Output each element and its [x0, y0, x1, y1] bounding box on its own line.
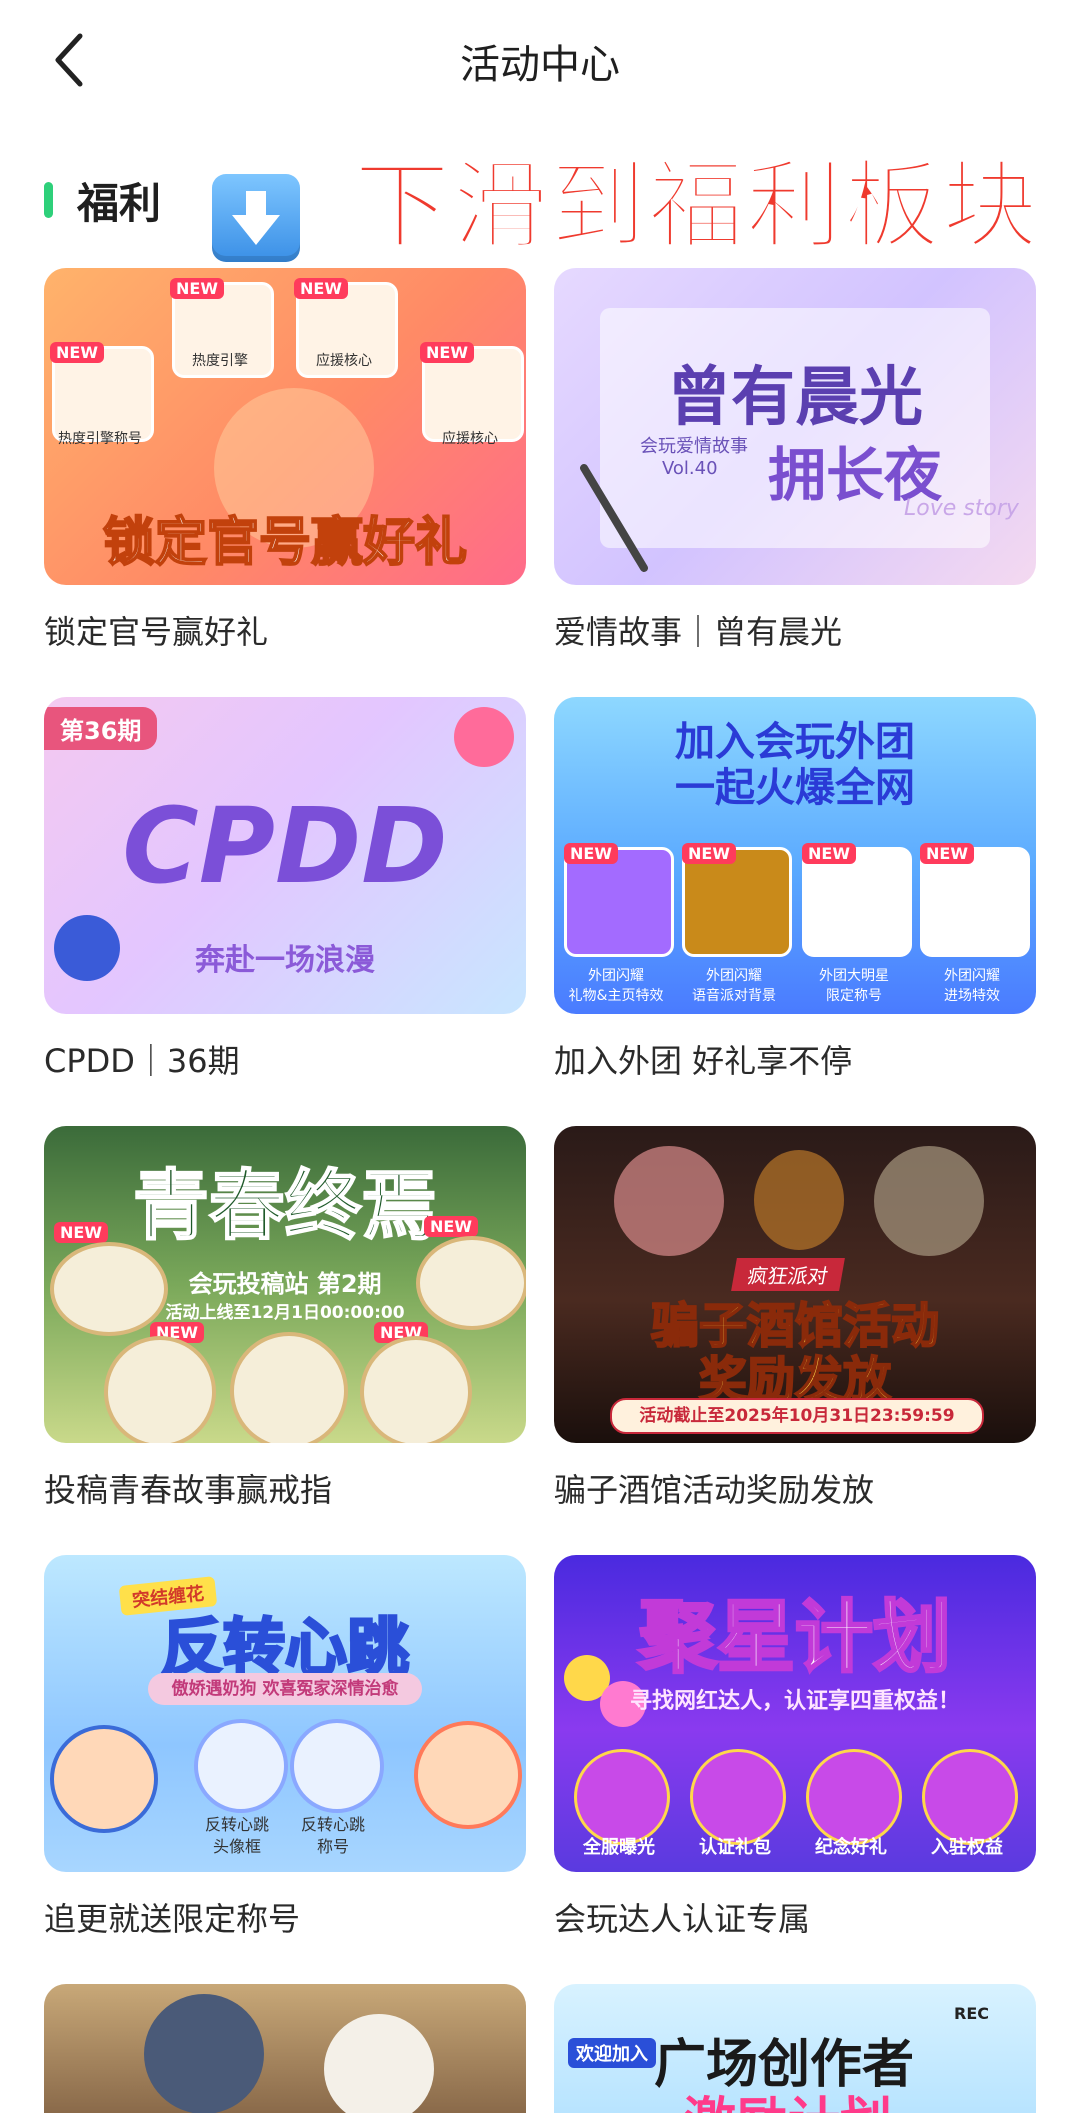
activity-banner[interactable]: 疯狂派对 骗子酒馆活动 奖励发放 活动截止至2025年10月31日23:59:5…: [554, 1126, 1036, 1443]
activity-label: 锁定官号赢好礼: [44, 613, 269, 651]
daisy-frame: [230, 1332, 348, 1443]
activity-card[interactable]: [44, 1984, 526, 2113]
new-badge: NEW: [50, 342, 104, 363]
banner-title: 聚星计划: [637, 1592, 952, 1685]
new-badge: NEW: [420, 342, 474, 363]
section-accent-bar: [44, 182, 53, 218]
activity-label: CPDD｜36期: [44, 1042, 240, 1080]
activity-card[interactable]: 第36期 CPDD 奔赴一场浪漫 CPDD｜36期: [44, 697, 526, 1082]
page-title: 活动中心: [460, 42, 620, 88]
reward-desc: 语音派对背景: [692, 988, 776, 1004]
banner-title-line2: 一起火爆全网: [675, 765, 915, 811]
activity-label: 加入外团 好礼享不停: [554, 1042, 853, 1080]
new-badge: NEW: [424, 1216, 478, 1237]
banner-title-line2: 激励计划: [684, 2080, 892, 2113]
heart-icon: [454, 707, 514, 767]
banner-title: 锁定官号赢好礼: [102, 512, 468, 574]
new-badge: NEW: [920, 843, 974, 864]
activity-card[interactable]: NEW 热度引擎 NEW 应援核心 NEW 热度引擎称号 NEW 应援核心 锁定…: [44, 268, 526, 653]
dd-logo-icon: [54, 915, 120, 981]
banner-tag: 欢迎加入: [568, 2038, 656, 2068]
activity-label: 会玩达人认证专属: [554, 1900, 811, 1938]
activity-card[interactable]: 疯狂派对 骗子酒馆活动 奖励发放 活动截止至2025年10月31日23:59:5…: [554, 1126, 1036, 1511]
banner-script: Love story: [904, 496, 1019, 521]
pig-character: [614, 1146, 724, 1256]
activity-label: 骗子酒馆活动奖励发放: [554, 1471, 875, 1509]
activity-card[interactable]: REC 欢迎加入 广场创作者 激励计划: [554, 1984, 1036, 2113]
activity-banner[interactable]: 加入会玩外团 一起火爆全网 NEW 外团闪耀 礼物&主页特效 NEW 外团闪耀 …: [554, 697, 1036, 1014]
new-badge: NEW: [170, 278, 224, 299]
new-badge: NEW: [802, 843, 856, 864]
activity-card[interactable]: 加入会玩外团 一起火爆全网 NEW 外团闪耀 礼物&主页特效 NEW 外团闪耀 …: [554, 697, 1036, 1082]
reward-frame: [104, 1336, 216, 1443]
crown-icon: [922, 1749, 1018, 1845]
banner-date: 活动截止至2025年10月31日23:59:59: [610, 1398, 984, 1434]
gift-icon: [690, 1749, 786, 1845]
cat-character: [144, 1994, 264, 2113]
banner-title: 曾有晨光: [667, 361, 923, 435]
girl-avatar: [414, 1721, 522, 1829]
reward-name: 反转心跳: [300, 1815, 365, 1834]
reward-frame: [360, 1336, 472, 1443]
section-header: 福利: [44, 170, 161, 230]
activity-banner[interactable]: NEW 热度引擎 NEW 应援核心 NEW 热度引擎称号 NEW 应援核心 锁定…: [44, 268, 526, 585]
new-badge: NEW: [54, 1222, 108, 1243]
banner-subtitle: 寻找网红达人，认证享四重权益！: [629, 1689, 960, 1714]
activity-banner[interactable]: 第36期 CPDD 奔赴一场浪漫: [44, 697, 526, 1014]
activity-label: 爱情故事｜曾有晨光: [554, 613, 843, 651]
reward-name: 外团闪耀: [944, 968, 1000, 984]
activity-banner[interactable]: [44, 1984, 526, 2113]
activity-card[interactable]: 曾有晨光 会玩爱情故事 Vol.40 拥长夜 Love story 爱情故事｜曾…: [554, 268, 1036, 653]
new-badge: NEW: [294, 278, 348, 299]
benefit-label: 纪念好礼: [815, 1837, 887, 1858]
reward-name: 应援核心: [442, 431, 498, 447]
activity-card[interactable]: 突结缠花 反转心跳 傲娇遇奶狗 欢喜冤家深情治愈 反转心跳 头像框 反转心跳 称…: [44, 1555, 526, 1940]
activity-label: 投稿青春故事赢戒指: [44, 1471, 333, 1509]
benefit-label: 认证礼包: [699, 1837, 771, 1858]
activity-card[interactable]: 聚星计划 寻找网红达人，认证享四重权益！ 全服曝光 认证礼包 纪念好礼 入驻权益…: [554, 1555, 1036, 1940]
reward-name: 应援核心: [316, 353, 372, 369]
reward-name: 热度引擎称号: [58, 431, 142, 447]
dog-character: [874, 1146, 984, 1256]
reward-frame: [50, 1242, 168, 1336]
reward-frame: [194, 1719, 288, 1813]
activity-banner[interactable]: 青春终焉 会玩投稿站 第2期 活动上线至12月1日00:00:00 NEW NE…: [44, 1126, 526, 1443]
pen-icon: [580, 464, 648, 572]
down-arrow-icon: [212, 174, 300, 262]
app-header: 活动中心: [0, 0, 1080, 120]
fox-character: [754, 1150, 844, 1250]
issue-badge: 第36期: [44, 707, 158, 750]
banner-title: CPDD: [122, 785, 448, 907]
reward-desc: 头像框: [212, 1837, 261, 1856]
reward-name: 外团大明星: [819, 968, 889, 984]
banner-subtitle: 傲娇遇奶狗 欢喜冤家深情治愈: [148, 1673, 422, 1705]
new-badge: NEW: [564, 843, 618, 864]
benefit-label: 全服曝光: [583, 1837, 655, 1858]
reward-desc: 称号: [316, 1837, 349, 1856]
new-badge: NEW: [682, 843, 736, 864]
reward-frame: [416, 1236, 526, 1330]
reward-name: 反转心跳: [204, 1815, 269, 1834]
activity-banner[interactable]: 突结缠花 反转心跳 傲娇遇奶狗 欢喜冤家深情治愈 反转心跳 头像框 反转心跳 称…: [44, 1555, 526, 1872]
benefit-label: 入驻权益: [931, 1837, 1003, 1858]
activity-card[interactable]: 青春终焉 会玩投稿站 第2期 活动上线至12月1日00:00:00 NEW NE…: [44, 1126, 526, 1511]
present-icon: [806, 1749, 902, 1845]
activity-label: 追更就送限定称号: [44, 1900, 301, 1938]
reward-name: 热度引擎: [192, 353, 248, 369]
activity-banner[interactable]: 聚星计划 寻找网红达人，认证享四重权益！ 全服曝光 认证礼包 纪念好礼 入驻权益: [554, 1555, 1036, 1872]
phone-icon: [574, 1749, 670, 1845]
reward-desc: 限定称号: [826, 988, 882, 1004]
section-title: 福利: [77, 178, 162, 228]
reward-frame: [290, 1719, 384, 1813]
activity-banner[interactable]: 曾有晨光 会玩爱情故事 Vol.40 拥长夜 Love story: [554, 268, 1036, 585]
activity-banner[interactable]: REC 欢迎加入 广场创作者 激励计划: [554, 1984, 1036, 2113]
cat-character: [324, 2014, 434, 2113]
reward-name: 外团闪耀: [588, 968, 644, 984]
reward-name: 外团闪耀: [706, 968, 762, 984]
reward-desc: 礼物&主页特效: [568, 988, 664, 1004]
boy-avatar: [50, 1725, 158, 1833]
overlay-instruction-text: 下滑到福利板块: [353, 149, 1040, 263]
reward-desc: 进场特效: [944, 988, 1000, 1004]
rec-indicator: REC: [954, 2004, 989, 2023]
